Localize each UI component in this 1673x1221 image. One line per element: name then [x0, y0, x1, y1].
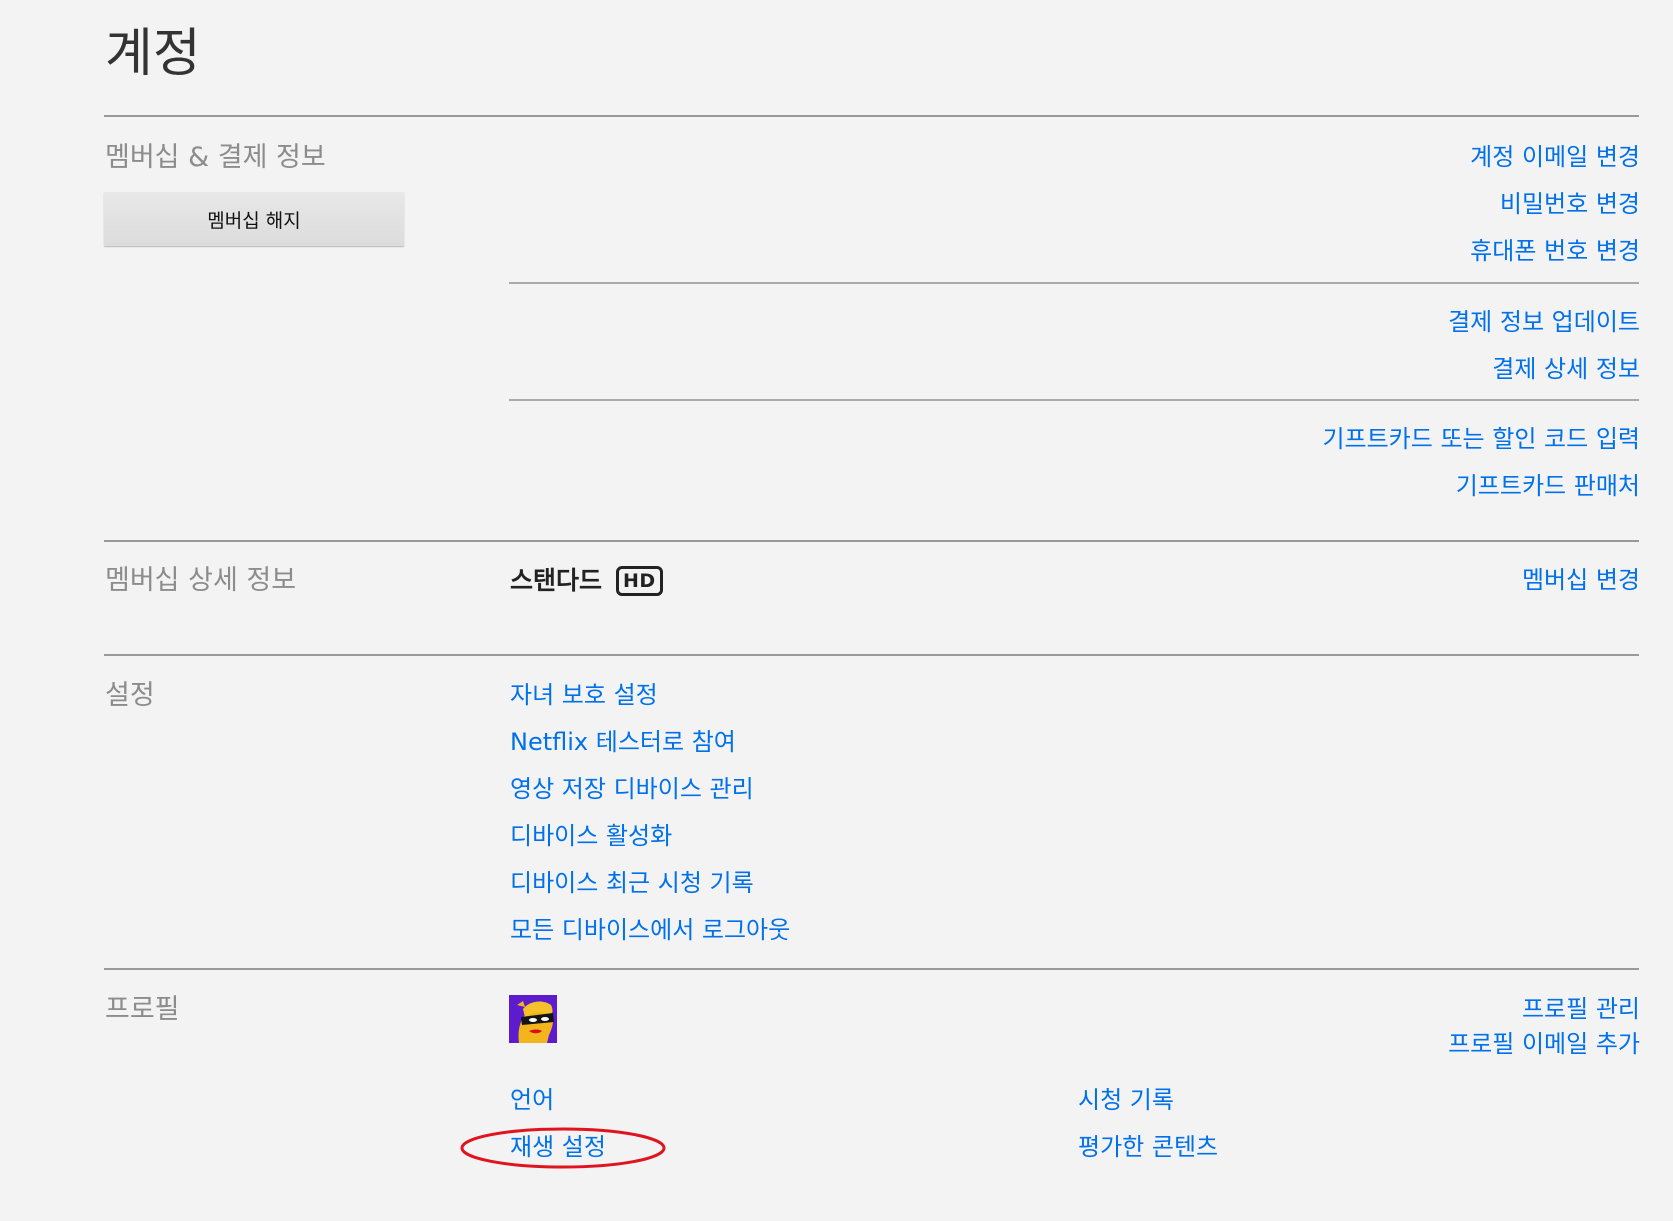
section-label-profile: 프로필: [105, 994, 180, 1025]
hd-badge: HD: [616, 566, 663, 596]
section-label-membership-billing: 멤버십 & 결제 정보: [105, 142, 326, 173]
language-link[interactable]: 언어: [510, 1083, 554, 1117]
manage-profiles-link[interactable]: 프로필 관리: [1522, 992, 1640, 1026]
test-participation-link[interactable]: Netflix 테스터로 참여: [510, 725, 736, 759]
change-phone-link[interactable]: 휴대폰 번호 변경: [1470, 234, 1640, 268]
change-password-link[interactable]: 비밀번호 변경: [1500, 187, 1640, 221]
billing-details-link[interactable]: 결제 상세 정보: [1492, 352, 1640, 386]
profile-avatar[interactable]: [509, 995, 557, 1043]
update-payment-link[interactable]: 결제 정보 업데이트: [1448, 305, 1640, 339]
playback-settings-link[interactable]: 재생 설정: [510, 1130, 606, 1164]
account-page: 계정 멤버십 & 결제 정보 멤버십 해지 계정 이메일 변경 비밀번호 변경 …: [0, 0, 1673, 1221]
section-label-plan-details: 멤버십 상세 정보: [105, 565, 297, 596]
change-plan-link[interactable]: 멤버십 변경: [1522, 563, 1640, 597]
plan-name: 스탠다드: [510, 566, 603, 595]
recent-device-streaming-link[interactable]: 디바이스 최근 시청 기록: [510, 866, 754, 900]
divider: [509, 399, 1639, 401]
divider: [104, 654, 1639, 656]
redeem-gift-card-link[interactable]: 기프트카드 또는 할인 코드 입력: [1322, 422, 1640, 456]
divider: [104, 540, 1639, 542]
change-email-link[interactable]: 계정 이메일 변경: [1470, 140, 1640, 174]
gift-card-stores-link[interactable]: 기프트카드 판매처: [1456, 469, 1640, 503]
viewing-activity-link[interactable]: 시청 기록: [1078, 1083, 1174, 1117]
page-title: 계정: [105, 24, 201, 84]
avatar-face-icon: [509, 995, 557, 1043]
divider: [104, 968, 1639, 970]
divider: [509, 282, 1639, 284]
plan-info: 스탠다드 HD: [510, 564, 663, 598]
divider: [104, 115, 1639, 117]
cancel-membership-button[interactable]: 멤버십 해지: [104, 192, 404, 246]
manage-download-devices-link[interactable]: 영상 저장 디바이스 관리: [510, 772, 754, 806]
parental-controls-link[interactable]: 자녀 보호 설정: [510, 678, 658, 712]
add-profile-email-link[interactable]: 프로필 이메일 추가: [1448, 1027, 1640, 1061]
sign-out-all-devices-link[interactable]: 모든 디바이스에서 로그아웃: [510, 913, 790, 947]
ratings-link[interactable]: 평가한 콘텐츠: [1078, 1130, 1218, 1164]
section-label-settings: 설정: [105, 680, 155, 711]
activate-device-link[interactable]: 디바이스 활성화: [510, 819, 672, 853]
